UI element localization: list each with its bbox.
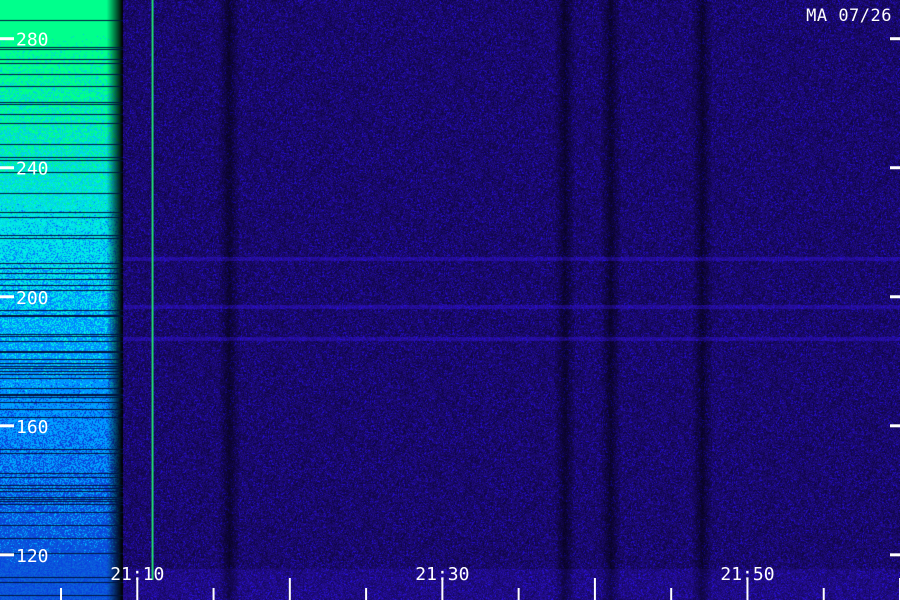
y-tick-label: 280 <box>16 30 49 51</box>
chart-axes: 280 240 200 160 120 21:10 21:30 21:50 <box>0 0 900 600</box>
station-label: MA 07/26 <box>806 6 892 26</box>
x-tick-label: 21:10 <box>110 564 164 585</box>
x-tick-label: 21:50 <box>720 564 774 585</box>
x-tick-label: 21:30 <box>415 564 469 585</box>
y-tick-label: 200 <box>16 288 49 309</box>
y-tick-label: 160 <box>16 417 49 438</box>
y-tick-label: 240 <box>16 159 49 180</box>
y-tick-label: 120 <box>16 546 49 567</box>
